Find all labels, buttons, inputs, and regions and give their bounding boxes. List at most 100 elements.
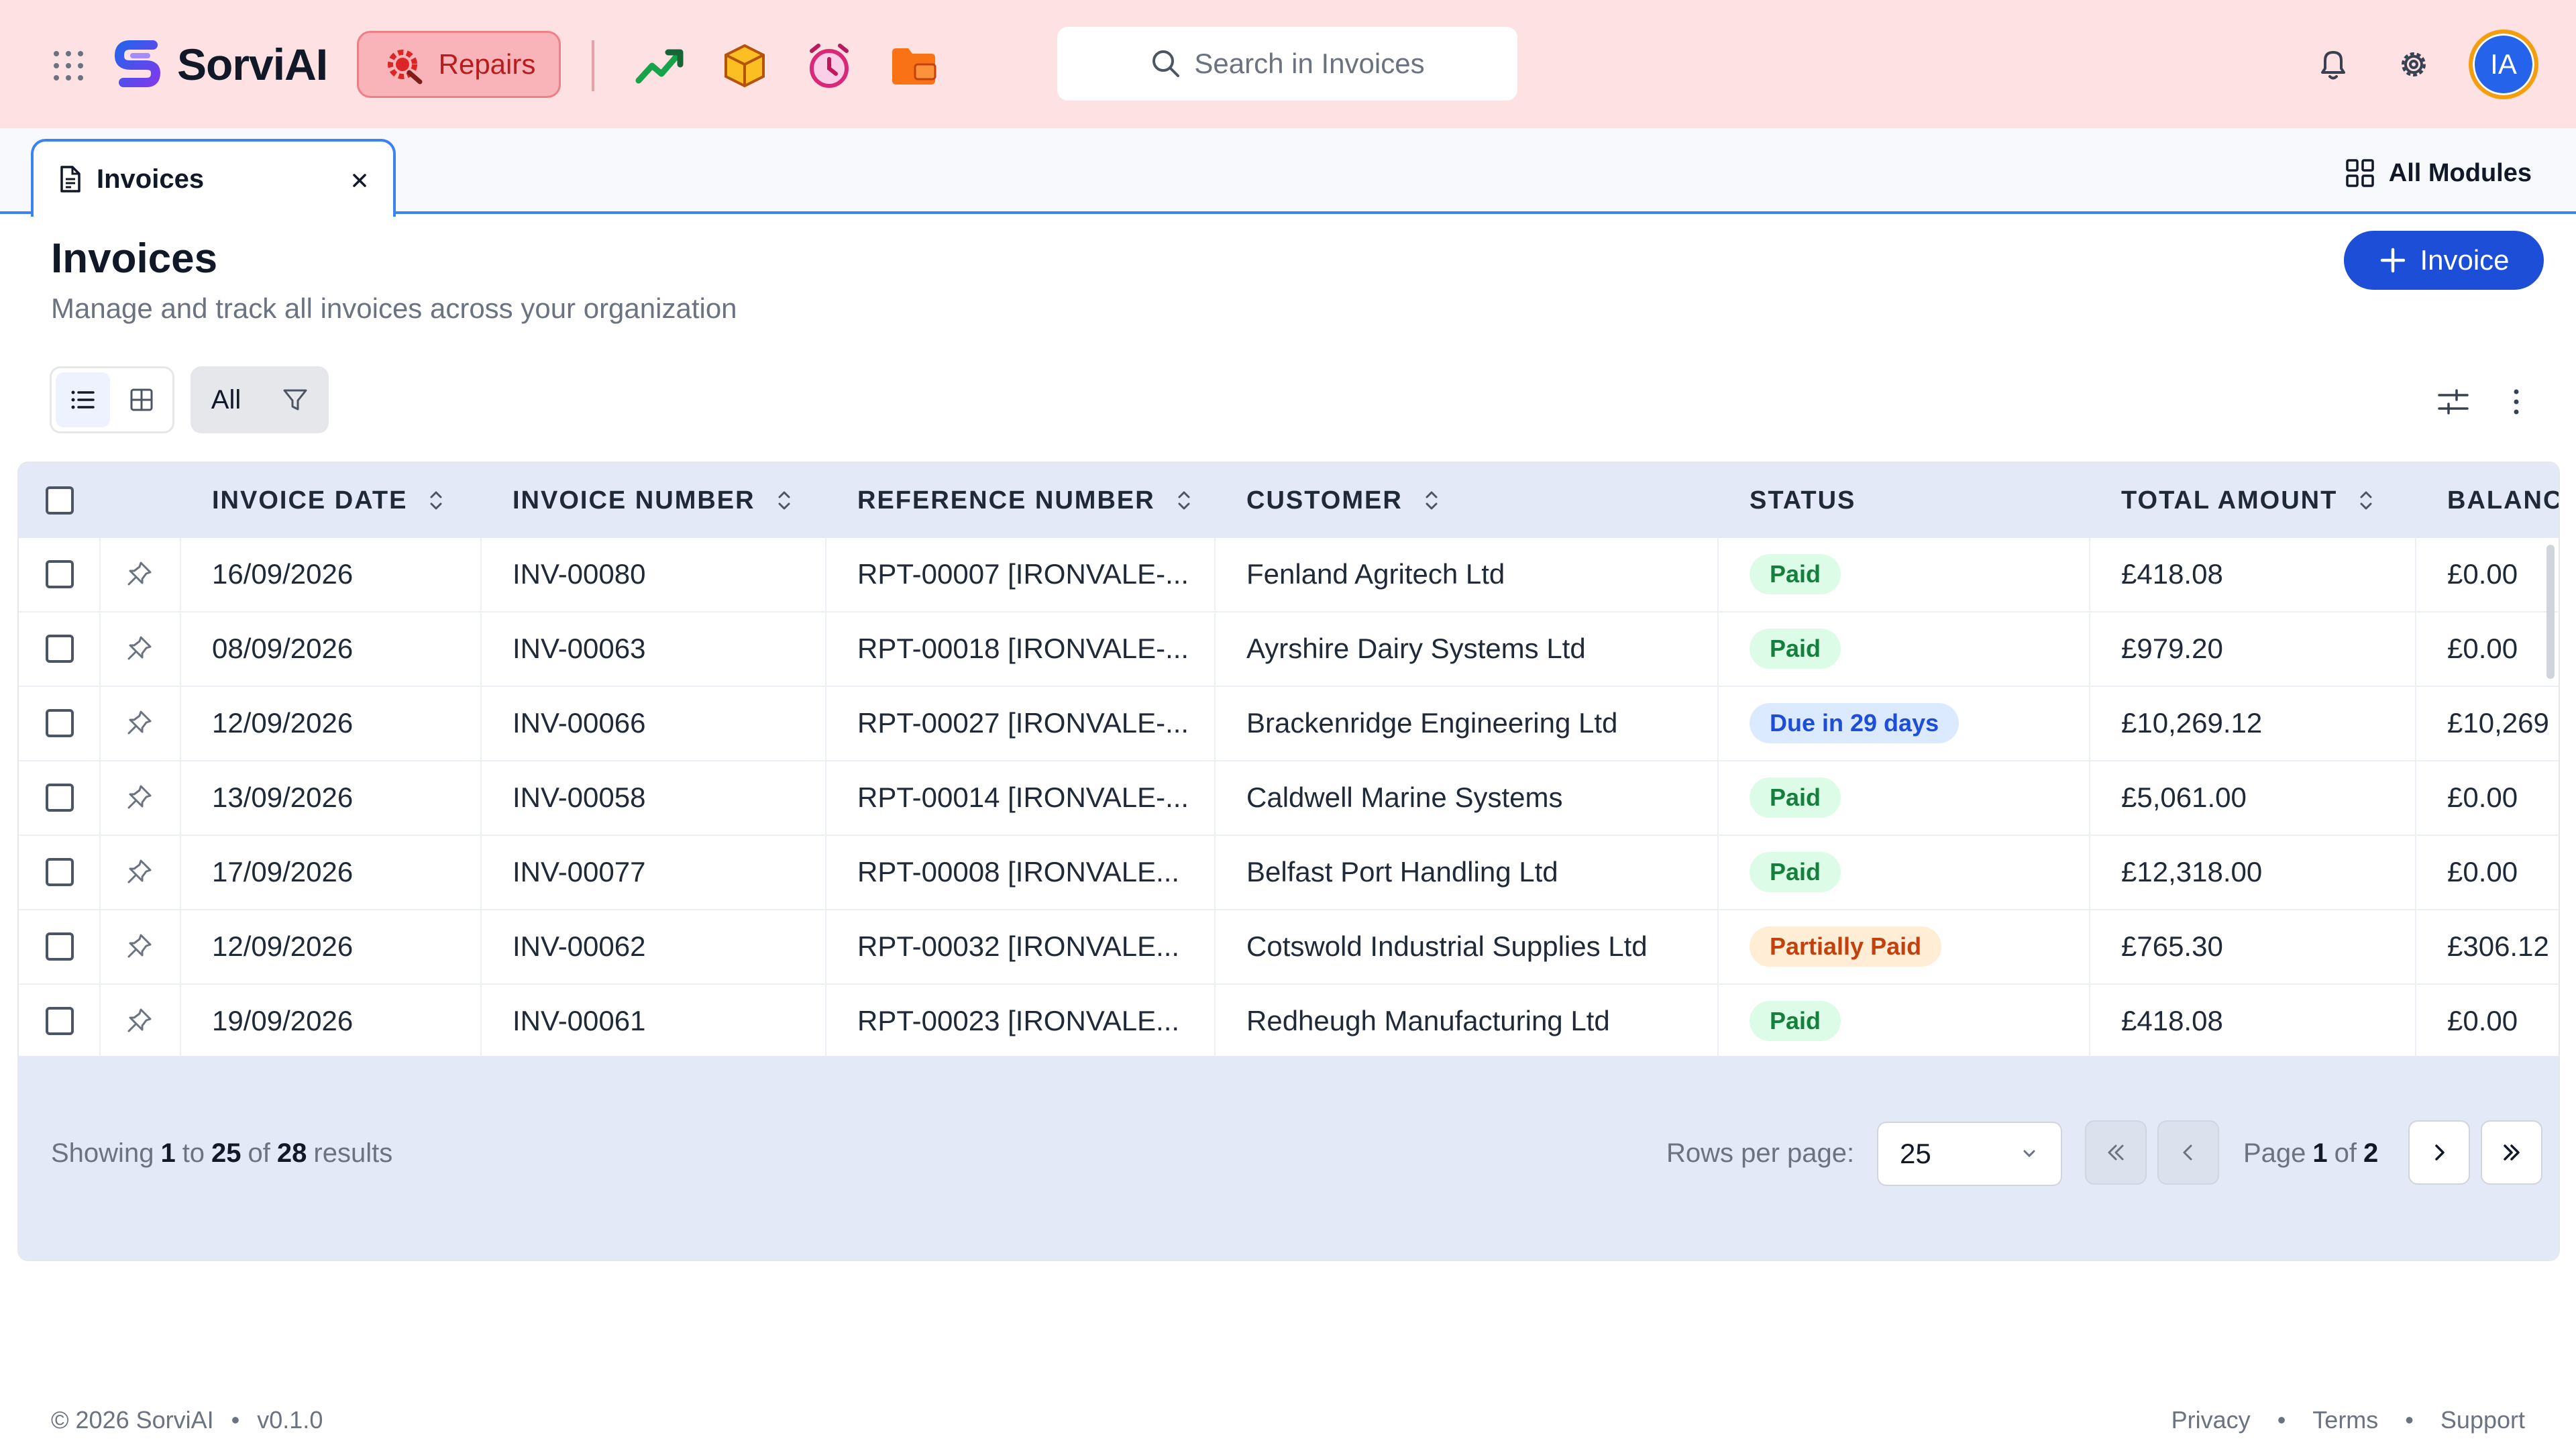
sort-icon[interactable]: [2356, 486, 2376, 515]
row-checkbox[interactable]: [46, 709, 74, 737]
row-checkbox[interactable]: [46, 635, 74, 663]
search-placeholder: Search in Invoices: [1194, 48, 1425, 79]
cell-invoice-number: INV-00080: [513, 558, 646, 590]
copyright-text: © 2026 SorviAI: [51, 1406, 214, 1434]
more-vertical-icon[interactable]: [2498, 384, 2534, 420]
close-icon[interactable]: [346, 167, 373, 194]
pin-icon[interactable]: [123, 857, 154, 888]
cell-invoice-number: INV-00061: [513, 1005, 646, 1036]
pin-icon[interactable]: [123, 708, 154, 739]
pin-icon[interactable]: [123, 633, 154, 664]
folder-icon[interactable]: [888, 40, 939, 91]
col-reference-number[interactable]: REFERENCE NUMBER: [857, 463, 1194, 538]
search-icon: [1152, 50, 1180, 77]
app-logo[interactable]: SorviAI: [111, 34, 328, 95]
col-total-amount[interactable]: TOTAL AMOUNT: [2121, 463, 2376, 538]
sort-icon[interactable]: [774, 486, 794, 515]
cell-customer: Belfast Port Handling Ltd: [1246, 856, 1558, 888]
last-page-button[interactable]: [2481, 1120, 2542, 1185]
privacy-link[interactable]: Privacy: [2171, 1406, 2251, 1434]
vertical-scrollbar[interactable]: [2546, 545, 2555, 679]
cell-reference-number: RPT-00007 [IRONVALE-...: [857, 558, 1189, 590]
module-switcher-button[interactable]: Repairs: [357, 31, 561, 98]
filter-all-button[interactable]: All: [191, 366, 262, 433]
filter-button[interactable]: [262, 366, 329, 433]
table-row[interactable]: 17/09/2026 INV-00077 RPT-00008 [IRONVALE..…: [19, 836, 2559, 910]
version-text: v0.1.0: [257, 1406, 323, 1434]
table-row[interactable]: 08/09/2026 INV-00063 RPT-00018 [IRONVALE-.…: [19, 612, 2559, 687]
pin-icon[interactable]: [123, 782, 154, 813]
cell-invoice-date: 12/09/2026: [212, 707, 354, 739]
cell-invoice-number: INV-00058: [513, 782, 646, 813]
row-checkbox[interactable]: [46, 784, 74, 812]
row-checkbox[interactable]: [46, 858, 74, 886]
col-label: INVOICE NUMBER: [513, 486, 755, 515]
col-label: INVOICE DATE: [212, 486, 408, 515]
cell-balance: £0.00: [2447, 1005, 2518, 1036]
page-of-label: of: [2334, 1138, 2357, 1168]
sort-icon[interactable]: [1174, 486, 1194, 515]
row-select-cell: [46, 910, 74, 983]
cell-status: Paid: [1750, 836, 1841, 908]
row-checkbox[interactable]: [46, 932, 74, 961]
row-pin-cell: [123, 836, 154, 908]
sort-icon[interactable]: [426, 486, 446, 515]
all-modules-label: All Modules: [2388, 158, 2532, 187]
header-divider: [592, 40, 594, 91]
row-checkbox[interactable]: [46, 1007, 74, 1035]
first-page-button[interactable]: [2085, 1120, 2147, 1185]
terms-link[interactable]: Terms: [2312, 1406, 2378, 1434]
cell-customer: Brackenridge Engineering Ltd: [1246, 707, 1618, 739]
support-link[interactable]: Support: [2440, 1406, 2525, 1434]
cell-invoice-date: 12/09/2026: [212, 930, 354, 962]
cell-status: Due in 29 days: [1750, 687, 1960, 759]
separator-dot: •: [231, 1406, 240, 1434]
tab-invoices[interactable]: Invoices: [31, 139, 396, 217]
trending-chart-icon[interactable]: [635, 40, 686, 91]
previous-page-button[interactable]: [2157, 1120, 2219, 1185]
status-badge: Partially Paid: [1750, 926, 1942, 967]
col-balance[interactable]: BALANCE: [2447, 463, 2559, 538]
cell-invoice-number: INV-00066: [513, 707, 646, 739]
separator-dot: •: [2405, 1406, 2414, 1434]
search-input[interactable]: Search in Invoices: [1057, 27, 1517, 101]
pin-icon[interactable]: [123, 931, 154, 962]
app-grid-icon[interactable]: [51, 48, 86, 83]
pin-icon[interactable]: [123, 559, 154, 590]
view-toggle: [50, 366, 174, 433]
list-view-button[interactable]: [56, 372, 110, 427]
sort-icon[interactable]: [1421, 486, 1442, 515]
row-select-cell: [46, 687, 74, 759]
pin-icon[interactable]: [123, 1006, 154, 1036]
logo-icon: [114, 40, 161, 87]
table-row[interactable]: 13/09/2026 INV-00058 RPT-00014 [IRONVALE-.…: [19, 761, 2559, 836]
all-modules-button[interactable]: All Modules: [2345, 156, 2532, 190]
table-row[interactable]: 12/09/2026 INV-00062 RPT-00032 [IRONVALE..…: [19, 910, 2559, 985]
add-invoice-button[interactable]: Invoice: [2344, 231, 2544, 290]
sliders-icon[interactable]: [2435, 384, 2471, 420]
table-row[interactable]: 19/09/2026 INV-00061 RPT-00023 [IRONVALE..…: [19, 985, 2559, 1056]
row-pin-cell: [123, 910, 154, 983]
col-customer[interactable]: CUSTOMER: [1246, 463, 1442, 538]
table-row[interactable]: 16/09/2026 INV-00080 RPT-00007 [IRONVALE-.…: [19, 538, 2559, 612]
cell-customer: Ayrshire Dairy Systems Ltd: [1246, 633, 1586, 664]
user-avatar[interactable]: IA: [2469, 30, 2538, 99]
rows-per-page-select[interactable]: 25: [1877, 1122, 2062, 1186]
table-row[interactable]: 12/09/2026 INV-00066 RPT-00027 [IRONVALE-.…: [19, 687, 2559, 761]
gear-icon[interactable]: [2394, 44, 2434, 85]
cell-balance: £0.00: [2447, 856, 2518, 888]
box-icon[interactable]: [719, 40, 770, 91]
status-badge: Paid: [1750, 554, 1841, 594]
status-badge: Due in 29 days: [1750, 703, 1960, 743]
col-invoice-date[interactable]: INVOICE DATE: [212, 463, 446, 538]
alarm-clock-icon[interactable]: [804, 40, 855, 91]
col-invoice-number[interactable]: INVOICE NUMBER: [513, 463, 794, 538]
next-page-button[interactable]: [2408, 1120, 2470, 1185]
select-all-checkbox[interactable]: [46, 486, 74, 515]
col-label: CUSTOMER: [1246, 486, 1403, 515]
row-checkbox[interactable]: [46, 560, 74, 588]
cell-reference-number: RPT-00014 [IRONVALE-...: [857, 782, 1189, 813]
cell-customer: Fenland Agritech Ltd: [1246, 558, 1505, 590]
bell-icon[interactable]: [2313, 44, 2353, 85]
grid-view-button[interactable]: [114, 372, 168, 427]
